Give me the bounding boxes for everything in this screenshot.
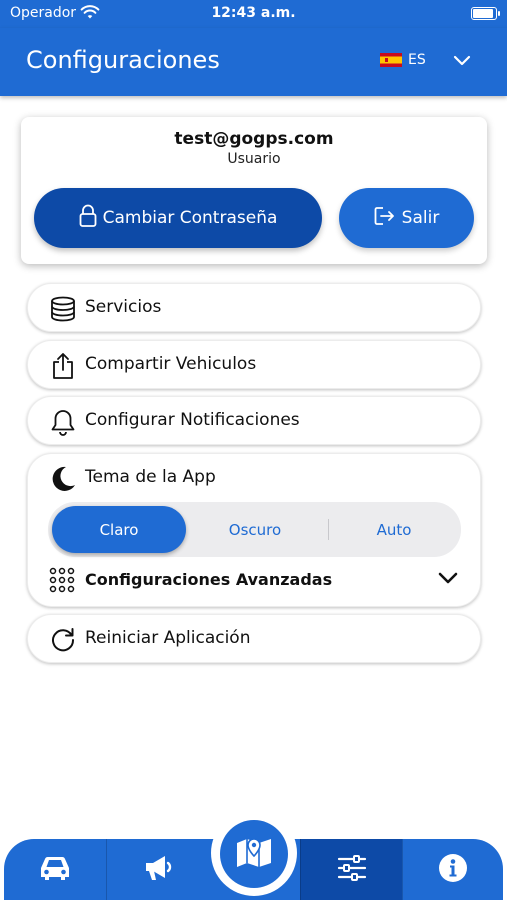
restart-label: Reiniciar Aplicación — [85, 628, 251, 648]
database-icon — [49, 295, 77, 323]
advanced-settings-toggle[interactable]: Configuraciones Avanzadas — [49, 567, 459, 595]
bell-icon — [49, 408, 77, 436]
info-icon — [438, 853, 468, 887]
language-code: ES — [408, 52, 426, 68]
dots-grid-icon — [49, 567, 75, 593]
user-card: test@gogps.com Usuario Cambiar Contraseñ… — [21, 117, 487, 264]
car-icon — [38, 854, 72, 886]
logout-label: Salir — [401, 208, 440, 228]
nav-alerts[interactable] — [106, 839, 210, 900]
spain-flag-icon — [380, 53, 402, 67]
clock: 12:43 a.m. — [211, 5, 296, 21]
status-bar: Operador 12:43 a.m. — [0, 0, 507, 28]
nav-info[interactable] — [402, 839, 503, 900]
sliders-icon — [336, 854, 368, 886]
nav-vehicles[interactable] — [4, 839, 106, 900]
app-header: Configuraciones ES — [0, 28, 507, 96]
page-title: Configuraciones — [26, 46, 220, 74]
user-email: test@gogps.com — [174, 129, 334, 149]
theme-option-auto[interactable]: Auto — [329, 502, 459, 557]
megaphone-icon — [143, 853, 175, 887]
theme-segmented-control: Claro Oscuro Auto — [48, 502, 461, 557]
menu-item-services[interactable]: Servicios — [27, 283, 481, 332]
map-button[interactable] — [220, 820, 288, 888]
theme-card: Tema de la App Claro Oscuro Auto Configu… — [27, 453, 481, 607]
change-password-button[interactable]: Cambiar Contraseña — [34, 188, 322, 248]
menu-item-restart[interactable]: Reiniciar Aplicación — [27, 614, 481, 663]
chevron-down-icon — [437, 570, 459, 590]
logout-icon — [374, 206, 396, 231]
refresh-icon — [49, 626, 77, 654]
user-role: Usuario — [227, 151, 281, 167]
advanced-settings-label: Configuraciones Avanzadas — [85, 570, 333, 589]
theme-option-oscuro[interactable]: Oscuro — [186, 502, 324, 557]
lock-icon — [79, 204, 97, 233]
nav-settings[interactable] — [300, 839, 402, 900]
share-icon — [49, 352, 77, 380]
moon-icon — [49, 465, 77, 493]
map-icon — [235, 835, 273, 873]
share-vehicles-label: Compartir Vehiculos — [85, 354, 257, 374]
theme-label: Tema de la App — [85, 467, 216, 487]
language-selector[interactable]: ES — [380, 52, 426, 68]
services-label: Servicios — [85, 297, 162, 317]
battery-icon — [471, 7, 500, 20]
logout-button[interactable]: Salir — [339, 188, 474, 248]
notifications-label: Configurar Notificaciones — [85, 410, 300, 430]
menu-item-share-vehicles[interactable]: Compartir Vehiculos — [27, 340, 481, 389]
theme-option-claro[interactable]: Claro — [52, 506, 186, 553]
chevron-down-icon[interactable] — [452, 52, 472, 71]
menu-item-notifications[interactable]: Configurar Notificaciones — [27, 396, 481, 445]
change-password-label: Cambiar Contraseña — [102, 208, 278, 228]
